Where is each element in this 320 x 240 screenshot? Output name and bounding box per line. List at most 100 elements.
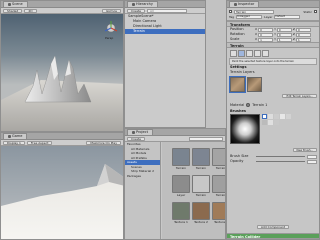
terrain-collider-label: Terrain Collider [230,235,261,239]
asset-item[interactable]: Texture 2 [190,202,212,224]
hierarchy-item[interactable]: Terrain [125,29,205,34]
brush-option[interactable] [268,120,273,125]
hierarchy-tab-icon [132,3,135,6]
transform-x-field[interactable]: 0 [258,27,274,32]
layer-label: Layer [264,14,273,19]
project-asset-grid: Terrain Terrain Terrain Layer Terrain Terrain… [162,142,225,239]
gizmos-dropdown[interactable]: Gizmos [101,8,121,13]
transform-row: Scale X 1 Y 1 Z 1 [227,37,319,42]
persp-label: Persp [105,36,113,40]
inspector-tab-label: Inspector [238,2,255,6]
tab-inspector[interactable]: Inspector [229,1,260,7]
transform-z-field[interactable]: 1 [295,37,311,42]
asset-label: Texture 1 [174,220,188,224]
asset-item[interactable]: Terrain [190,148,212,170]
opacity-field[interactable] [307,159,317,164]
transform-y-field[interactable]: 0 [276,32,292,37]
project-search-input[interactable] [189,136,223,141]
asset-thumbnail [212,175,225,193]
asset-label: Texture 3 [214,220,226,224]
paint-trees-tool-icon[interactable] [246,49,253,57]
display-dropdown[interactable]: Display 1 [3,140,25,145]
asset-label: Terrain [195,193,207,197]
aspect-dropdown[interactable]: Free Aspect [26,140,53,145]
axis-label-z: Z [292,37,295,41]
brush-option[interactable] [262,114,267,119]
paint-details-tool-icon[interactable] [254,49,261,57]
asset-item[interactable]: Texture 1 [170,202,192,224]
tab-game[interactable]: Game [3,133,28,139]
hierarchy-create-button[interactable]: Create [127,8,145,13]
asset-thumbnail [192,202,210,220]
asset-item[interactable]: Texture 3 [210,202,226,224]
scene-tab-label: Scene [12,2,23,6]
game-tab-icon [8,135,11,138]
transform-y-field[interactable]: 1 [276,37,292,42]
opacity-label: Opacity [230,159,244,163]
tag-dropdown[interactable]: Untagged [236,14,263,19]
tab-scene[interactable]: Scene [3,1,28,7]
material-name[interactable]: Terrain 1 [252,103,267,108]
static-label: Static [303,9,312,14]
brush-option[interactable] [274,114,279,119]
terrain-layer-swatches [227,75,319,94]
asset-item[interactable]: Layer [170,175,192,197]
terrain-hint-text: Paint the selected texture layer onto th… [232,60,295,63]
brush-size-field[interactable] [307,154,317,159]
asset-item[interactable]: Terrain [190,175,212,197]
hierarchy-search-input[interactable]: All [146,8,187,13]
transform-x-field[interactable]: 1 [258,37,274,42]
brush-selector [227,114,319,148]
opacity-slider[interactable] [256,161,305,162]
edit-terrain-layers-button[interactable]: Edit Terrain Layers... [282,94,317,98]
transform-z-field[interactable]: 0 [295,32,311,37]
game-view-panel: Game Display 1 Free Aspect Maximize On P… [0,132,124,240]
asset-item[interactable]: Terrain [170,148,192,170]
asset-thumbnail [212,148,225,166]
terrain-layer-swatch[interactable] [247,77,262,92]
shading-mode-dropdown[interactable]: Shaded [3,8,23,13]
asset-label: Layer [176,193,186,197]
2d-toggle-button[interactable]: 2D [24,8,37,13]
layer-dropdown[interactable]: Default [274,14,301,19]
maximize-toggle[interactable]: Maximize On Play [86,140,121,145]
asset-thumbnail [212,202,225,220]
raise-terrain-tool-icon[interactable] [230,49,237,57]
tab-hierarchy[interactable]: Hierarchy [127,1,158,7]
transform-y-field[interactable]: 0 [276,27,292,32]
transform-z-field[interactable]: 0 [295,27,311,32]
brush-option[interactable] [274,120,279,125]
material-label: Material [230,102,245,107]
object-name-field[interactable]: Terrain [234,9,274,14]
paint-texture-tool-icon[interactable] [238,49,245,57]
asset-item[interactable]: Terrain [210,148,226,170]
hierarchy-panel: Hierarchy Create All SampleScene* Main Ca… [124,0,206,128]
hierarchy-tabbar: Hierarchy [125,1,205,8]
terrain-layer-swatch[interactable] [229,76,246,93]
brush-size-slider[interactable] [256,156,305,157]
project-tab-icon [132,131,135,134]
static-checkbox[interactable] [314,10,317,13]
asset-label: Terrain [215,193,226,197]
brush-option[interactable] [268,114,273,119]
brush-preview[interactable] [230,114,260,144]
scene-viewport[interactable]: Persp [1,14,124,132]
asset-thumbnail [172,148,190,166]
asset-label: Texture 2 [194,220,208,224]
asset-label: Terrain [175,166,187,170]
terrain-settings-tool-icon[interactable] [262,49,269,57]
terrain-collider-header[interactable]: Terrain Collider [227,233,319,239]
asset-item[interactable]: Terrain [210,175,226,197]
tab-project[interactable]: Project [127,129,153,135]
brush-option[interactable] [262,120,267,125]
project-folder-item[interactable]: Packages [125,174,160,179]
brush-option[interactable] [286,114,291,119]
new-brush-button[interactable]: New Brush... [292,148,317,152]
project-create-button[interactable]: Create [127,136,145,141]
transform-x-field[interactable]: 0 [258,32,274,37]
brush-option[interactable] [280,114,285,119]
add-component-button[interactable]: Add Component [256,225,290,229]
asset-label: Terrain [215,166,226,170]
object-active-checkbox[interactable] [229,10,232,13]
inspector-panel: Inspector Terrain Static Tag Untagged La… [226,0,320,240]
